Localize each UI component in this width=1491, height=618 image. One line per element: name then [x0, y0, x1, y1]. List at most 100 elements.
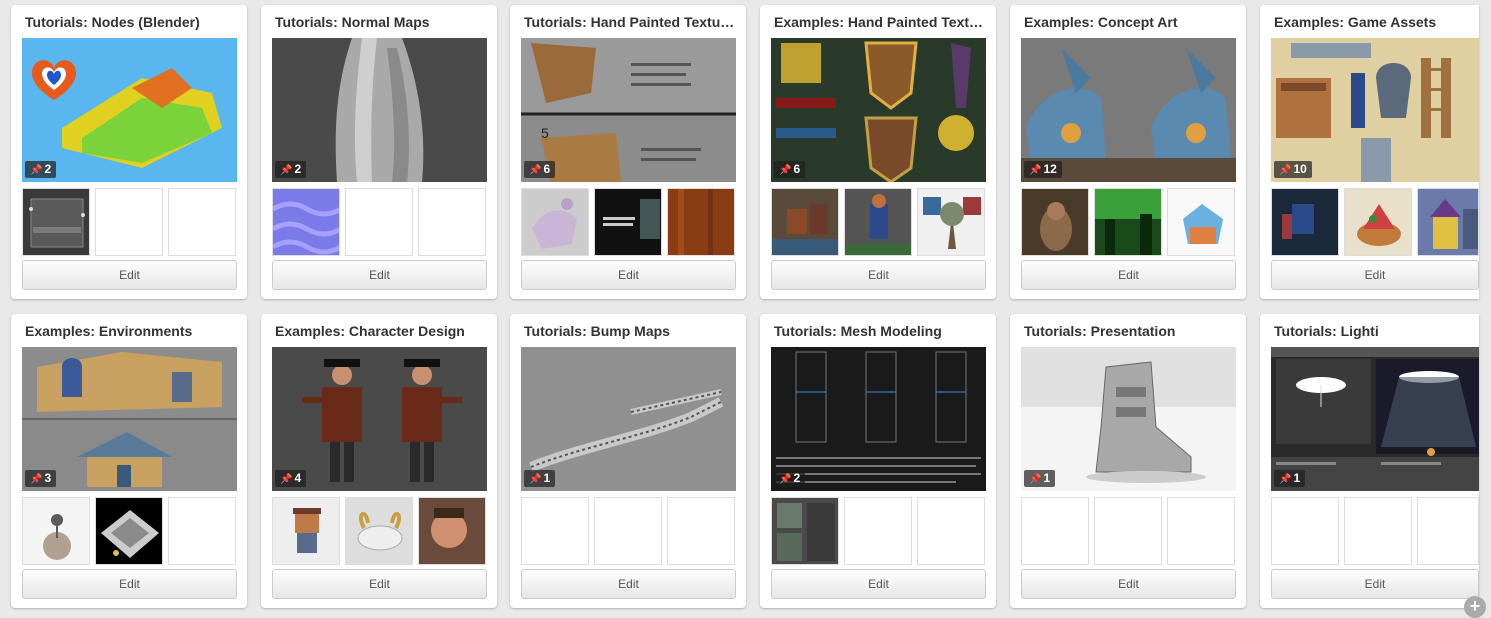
board-title[interactable]: Tutorials: Mesh Modeling [774, 323, 986, 339]
board-title[interactable]: Examples: Hand Painted Textures [774, 14, 986, 30]
board-thumbnails [1021, 497, 1236, 565]
pin-count: 10 [1293, 162, 1307, 176]
edit-button[interactable]: Edit [771, 569, 986, 599]
board-thumbnail[interactable] [1094, 188, 1162, 256]
board-cover-image[interactable]: 📌 4 [272, 347, 487, 491]
pin-count: 3 [44, 471, 52, 485]
board-title[interactable]: Examples: Character Design [275, 323, 487, 339]
empty-thumbnail [844, 497, 912, 565]
edit-button[interactable]: Edit [22, 260, 237, 290]
pin-count-badge: 📌 6 [524, 161, 556, 178]
empty-thumbnail [345, 188, 413, 256]
empty-thumbnail [1094, 497, 1162, 565]
board-thumbnail[interactable] [1271, 188, 1339, 256]
board-title[interactable]: Examples: Environments [25, 323, 237, 339]
board-title[interactable]: Tutorials: Lighti [1274, 323, 1479, 339]
board-thumbnail[interactable] [22, 497, 90, 565]
edit-button[interactable]: Edit [1271, 260, 1479, 290]
edit-button[interactable]: Edit [22, 569, 237, 599]
edit-button[interactable]: Edit [1021, 569, 1236, 599]
board-cover-image[interactable]: 📌 10 [1271, 38, 1479, 182]
pin-count: 2 [793, 471, 801, 485]
pin-icon: 📌 [1029, 165, 1042, 176]
edit-button[interactable]: Edit [272, 569, 487, 599]
board-thumbnail[interactable] [771, 188, 839, 256]
board-cover-image[interactable]: 📌 6 [771, 38, 986, 182]
pin-count-badge: 📌 12 [1024, 161, 1062, 178]
empty-thumbnail [1271, 497, 1339, 565]
board-card[interactable]: Tutorials: Presentation 📌 1 Edit [1010, 314, 1246, 608]
empty-thumbnail [1417, 497, 1479, 565]
board-cover-image[interactable]: 📌 1 [1021, 347, 1236, 491]
edit-button[interactable]: Edit [771, 260, 986, 290]
edit-button[interactable]: Edit [521, 260, 736, 290]
pin-icon: 📌 [30, 165, 43, 176]
pin-count: 4 [294, 471, 302, 485]
board-title[interactable]: Tutorials: Presentation [1024, 323, 1236, 339]
pin-count: 12 [1043, 162, 1057, 176]
board-card[interactable]: Examples: Game Assets 📌 10 Edit [1260, 5, 1479, 299]
board-thumbnails [771, 497, 986, 565]
board-thumbnail[interactable] [22, 188, 90, 256]
board-cover-image[interactable]: 📌 1 [1271, 347, 1479, 491]
board-card[interactable]: Examples: Hand Painted Textures 📌 6 Edit [760, 5, 996, 299]
board-thumbnail[interactable] [844, 188, 912, 256]
empty-thumbnail [168, 188, 236, 256]
board-thumbnail[interactable] [272, 188, 340, 256]
board-card[interactable]: Tutorials: Normal Maps 📌 2 Edit [261, 5, 497, 299]
pin-count-badge: 📌 2 [275, 161, 307, 178]
board-card[interactable]: Examples: Character Design 📌 4 Edit [261, 314, 497, 608]
pin-count: 6 [543, 162, 551, 176]
board-title[interactable]: Tutorials: Bump Maps [524, 323, 736, 339]
board-thumbnail[interactable] [345, 497, 413, 565]
pin-icon: 📌 [779, 474, 792, 485]
board-title[interactable]: Tutorials: Normal Maps [275, 14, 487, 30]
board-title[interactable]: Examples: Game Assets [1274, 14, 1479, 30]
pin-count: 6 [793, 162, 801, 176]
board-thumbnail[interactable] [1344, 188, 1412, 256]
board-title[interactable]: Tutorials: Hand Painted Textures [524, 14, 736, 30]
board-title[interactable]: Examples: Concept Art [1024, 14, 1236, 30]
board-cover-image[interactable]: 📌 1 [521, 347, 736, 491]
pin-count-badge: 📌 1 [524, 470, 556, 487]
board-card[interactable]: Tutorials: Nodes (Blender) 📌 2 Edit [11, 5, 247, 299]
edit-button[interactable]: Edit [272, 260, 487, 290]
edit-button[interactable]: Edit [521, 569, 736, 599]
board-thumbnails [521, 188, 736, 256]
board-cover-image[interactable]: 📌 3 [22, 347, 237, 491]
board-thumbnail[interactable] [418, 497, 486, 565]
empty-thumbnail [168, 497, 236, 565]
board-thumbnails [771, 188, 986, 256]
board-thumbnails [1021, 188, 1236, 256]
board-thumbnail[interactable] [1417, 188, 1479, 256]
board-thumbnail[interactable] [594, 188, 662, 256]
board-thumbnail[interactable] [521, 188, 589, 256]
board-thumbnail[interactable] [667, 188, 735, 256]
board-cover-image[interactable]: 📌 2 [22, 38, 237, 182]
board-card[interactable]: Tutorials: Hand Painted Textures 5 📌 6 Ed… [510, 5, 746, 299]
board-thumbnail[interactable] [1167, 188, 1235, 256]
board-card[interactable]: Tutorials: Bump Maps 📌 1 Edit [510, 314, 746, 608]
board-thumbnail[interactable] [917, 188, 985, 256]
board-card[interactable]: Tutorials: Mesh Modeling 📌 2 Edit [760, 314, 996, 608]
board-thumbnail[interactable] [771, 497, 839, 565]
board-card[interactable]: Examples: Environments 📌 3 Edit [11, 314, 247, 608]
board-thumbnails [521, 497, 736, 565]
pin-count: 1 [543, 471, 551, 485]
board-cover-image[interactable]: 📌 12 [1021, 38, 1236, 182]
board-thumbnail[interactable] [1021, 188, 1089, 256]
board-card[interactable]: Examples: Concept Art 📌 12 Edit [1010, 5, 1246, 299]
edit-button[interactable]: Edit [1271, 569, 1479, 599]
pin-count-badge: 📌 1 [1024, 470, 1056, 487]
plus-icon[interactable]: + [1464, 596, 1486, 618]
board-thumbnail[interactable] [272, 497, 340, 565]
board-thumbnail[interactable] [95, 497, 163, 565]
board-cover-image[interactable]: 📌 2 [771, 347, 986, 491]
board-card[interactable]: Tutorials: Lighti 📌 1 Edit [1260, 314, 1479, 608]
board-title[interactable]: Tutorials: Nodes (Blender) [25, 14, 237, 30]
pin-count-badge: 📌 6 [774, 161, 806, 178]
edit-button[interactable]: Edit [1021, 260, 1236, 290]
board-cover-image[interactable]: 5 📌 6 [521, 38, 736, 182]
pin-icon: 📌 [1029, 474, 1042, 485]
board-cover-image[interactable]: 📌 2 [272, 38, 487, 182]
